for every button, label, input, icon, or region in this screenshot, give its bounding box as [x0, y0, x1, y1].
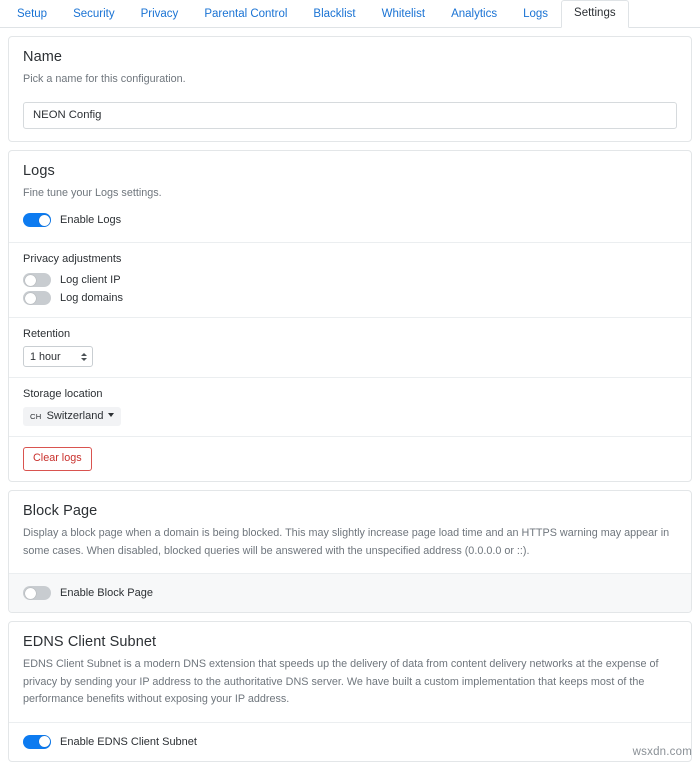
log-client-ip-row[interactable]: Log client IP: [23, 271, 677, 289]
log-domains-label: Log domains: [60, 291, 123, 305]
enable-block-page-toggle[interactable]: [23, 586, 51, 600]
tab-security[interactable]: Security: [60, 1, 128, 28]
enable-logs-label: Enable Logs: [60, 213, 121, 227]
enable-logs-row[interactable]: Enable Logs: [23, 211, 677, 229]
enable-edns-toggle-line[interactable]: Enable EDNS Client Subnet: [23, 733, 677, 751]
enable-logs-toggle[interactable]: [23, 213, 51, 227]
enable-block-page-toggle-line[interactable]: Enable Block Page: [23, 584, 677, 602]
edns-card-body: EDNS Client Subnet EDNS Client Subnet is…: [9, 622, 691, 722]
storage-location-dropdown[interactable]: CH Switzerland: [23, 407, 121, 426]
tab-whitelist[interactable]: Whitelist: [369, 1, 438, 28]
country-code-badge: CH: [30, 412, 42, 421]
log-domains-row[interactable]: Log domains: [23, 289, 677, 307]
block-page-card-body: Block Page Display a block page when a d…: [9, 491, 691, 573]
clear-logs-row: Clear logs: [9, 436, 691, 481]
logs-section-description: Fine tune your Logs settings.: [23, 185, 677, 203]
storage-location-row: Storage location CH Switzerland: [9, 377, 691, 436]
tab-parental-control[interactable]: Parental Control: [191, 1, 300, 28]
retention-select-wrap: 1 hour: [23, 346, 93, 367]
site-watermark: wsxdn.com: [633, 746, 692, 758]
tab-blacklist[interactable]: Blacklist: [300, 1, 368, 28]
tab-privacy[interactable]: Privacy: [128, 1, 192, 28]
config-name-input[interactable]: [23, 102, 677, 129]
block-page-card: Block Page Display a block page when a d…: [8, 490, 692, 613]
enable-block-page-label: Enable Block Page: [60, 586, 153, 600]
main-tab-bar: Setup Security Privacy Parental Control …: [0, 0, 700, 28]
name-section-title: Name: [23, 49, 677, 65]
clear-logs-button[interactable]: Clear logs: [23, 447, 92, 471]
log-domains-toggle[interactable]: [23, 291, 51, 305]
edns-section-title: EDNS Client Subnet: [23, 634, 677, 650]
settings-page: Name Pick a name for this configuration.…: [0, 28, 700, 762]
name-input-row: [9, 102, 691, 141]
chevron-down-icon: [108, 413, 114, 417]
logs-card-body: Logs Fine tune your Logs settings. Enabl…: [9, 151, 691, 243]
edns-client-subnet-card: EDNS Client Subnet EDNS Client Subnet is…: [8, 621, 692, 762]
block-page-section-description: Display a block page when a domain is be…: [23, 525, 677, 560]
privacy-adjustments-row: Privacy adjustments Log client IP Log do…: [9, 242, 691, 317]
enable-edns-label: Enable EDNS Client Subnet: [60, 735, 197, 749]
retention-label: Retention: [23, 328, 677, 340]
retention-select[interactable]: 1 hour: [23, 346, 93, 367]
log-client-ip-label: Log client IP: [60, 273, 121, 287]
storage-location-value: Switzerland: [47, 410, 104, 422]
tab-analytics[interactable]: Analytics: [438, 1, 510, 28]
tab-setup[interactable]: Setup: [4, 1, 60, 28]
storage-location-label: Storage location: [23, 388, 677, 400]
tab-settings[interactable]: Settings: [561, 0, 629, 28]
logs-card: Logs Fine tune your Logs settings. Enabl…: [8, 150, 692, 483]
enable-block-page-row[interactable]: Enable Block Page: [9, 573, 691, 612]
log-client-ip-toggle[interactable]: [23, 273, 51, 287]
retention-row: Retention 1 hour: [9, 317, 691, 377]
tab-logs[interactable]: Logs: [510, 1, 561, 28]
privacy-adjustments-label: Privacy adjustments: [23, 253, 677, 265]
enable-edns-toggle[interactable]: [23, 735, 51, 749]
name-section-description: Pick a name for this configuration.: [23, 71, 677, 89]
block-page-section-title: Block Page: [23, 503, 677, 519]
name-card-body: Name Pick a name for this configuration.: [9, 37, 691, 102]
logs-section-title: Logs: [23, 163, 677, 179]
enable-edns-row[interactable]: Enable EDNS Client Subnet: [9, 722, 691, 761]
name-card: Name Pick a name for this configuration.: [8, 36, 692, 142]
